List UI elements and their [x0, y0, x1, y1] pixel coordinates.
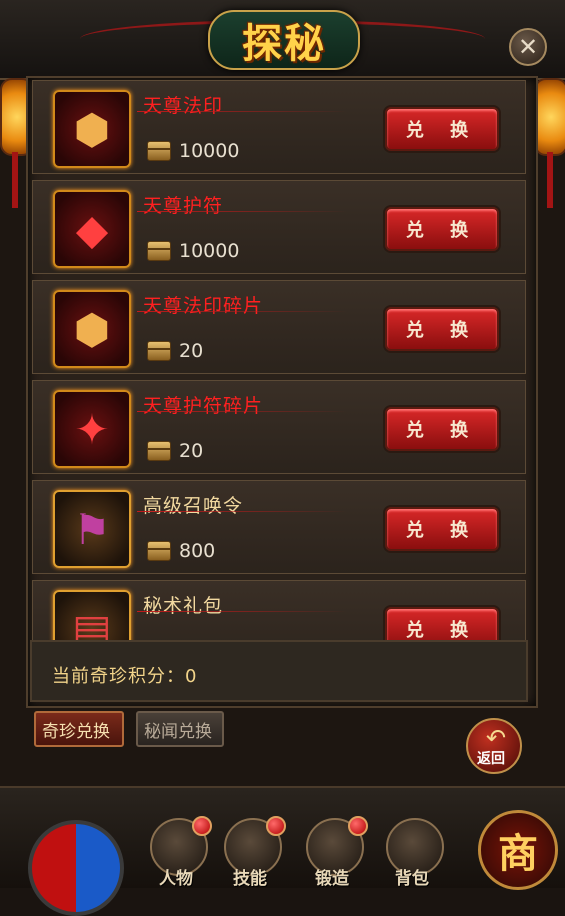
score-label: 当前奇珍积分：0: [52, 666, 198, 687]
treasure-chest-icon: [147, 541, 171, 561]
item-cost: 10000: [147, 239, 239, 263]
return-button[interactable]: ↶ 返回: [466, 718, 522, 774]
nav-label-backpack[interactable]: 背包: [395, 864, 429, 889]
seal-icon: ⬢: [53, 90, 131, 168]
tab-rare-exchange[interactable]: 奇珍兑换: [34, 711, 124, 747]
exchange-button[interactable]: 兑 换: [385, 307, 499, 351]
score-bar: 当前奇珍积分：0: [30, 640, 528, 702]
item-name: 天尊法印: [143, 95, 224, 117]
item-name: 天尊护符: [143, 195, 224, 217]
item-list[interactable]: ⬢ 天尊法印 10000 兑 换 ◆ 天尊护符 10000 兑 换 ⬢ 天尊法印…: [32, 80, 526, 640]
nav-label-forge[interactable]: 锻造: [315, 864, 349, 889]
exchange-button[interactable]: 兑 换: [385, 407, 499, 451]
treasure-chest-icon: [147, 141, 171, 161]
list-item: ▤ 秘术礼包 兑 换: [32, 580, 526, 640]
item-name: 秘术礼包: [143, 595, 224, 617]
tassel-left: [12, 152, 18, 208]
amulet-icon: ◆: [53, 190, 131, 268]
list-item: ◆ 天尊护符 10000 兑 换: [32, 180, 526, 274]
amulet-fragment-icon: ✦: [53, 390, 131, 468]
exchange-button[interactable]: 兑 换: [385, 507, 499, 551]
list-item: ⬢ 天尊法印 10000 兑 换: [32, 80, 526, 174]
item-cost: 20: [147, 339, 203, 363]
item-name: 天尊法印碎片: [143, 295, 264, 317]
hp-mp-orb-icon: [28, 820, 124, 916]
close-button[interactable]: ✕: [509, 28, 547, 66]
title-plate: 探秘: [208, 10, 360, 70]
item-cost: 800: [147, 539, 215, 563]
treasure-chest-icon: [147, 441, 171, 461]
list-item: ⬢ 天尊法印碎片 20 兑 换: [32, 280, 526, 374]
seal-fragment-icon: ⬢: [53, 290, 131, 368]
page-title: 探秘: [242, 20, 326, 67]
shop-label: 商: [498, 830, 538, 877]
nav-label-skill[interactable]: 技能: [233, 864, 267, 889]
item-name: 高级召唤令: [143, 495, 244, 517]
treasure-chest-icon: [147, 341, 171, 361]
summon-order-icon: ⚑: [53, 490, 131, 568]
list-item: ⚑ 高级召唤令 800 兑 换: [32, 480, 526, 574]
item-cost: 10000: [147, 139, 239, 163]
close-icon: ✕: [517, 33, 539, 61]
lantern-right-icon: [534, 78, 565, 156]
shop-button[interactable]: 商: [478, 810, 558, 890]
notification-dot-icon: [348, 816, 368, 836]
exchange-button[interactable]: 兑 换: [385, 107, 499, 151]
list-item: ✦ 天尊护符碎片 20 兑 换: [32, 380, 526, 474]
exchange-button[interactable]: 兑 换: [385, 207, 499, 251]
gift-pack-icon: ▤: [53, 590, 131, 640]
notification-dot-icon: [192, 816, 212, 836]
exchange-button[interactable]: 兑 换: [385, 607, 499, 640]
tab-secret-exchange[interactable]: 秘闻兑换: [136, 711, 224, 747]
item-cost: 20: [147, 439, 203, 463]
treasure-chest-icon: [147, 241, 171, 261]
notification-dot-icon: [266, 816, 286, 836]
item-name: 天尊护符碎片: [143, 395, 264, 417]
nav-label-character[interactable]: 人物: [159, 864, 193, 889]
tassel-right: [547, 152, 553, 208]
